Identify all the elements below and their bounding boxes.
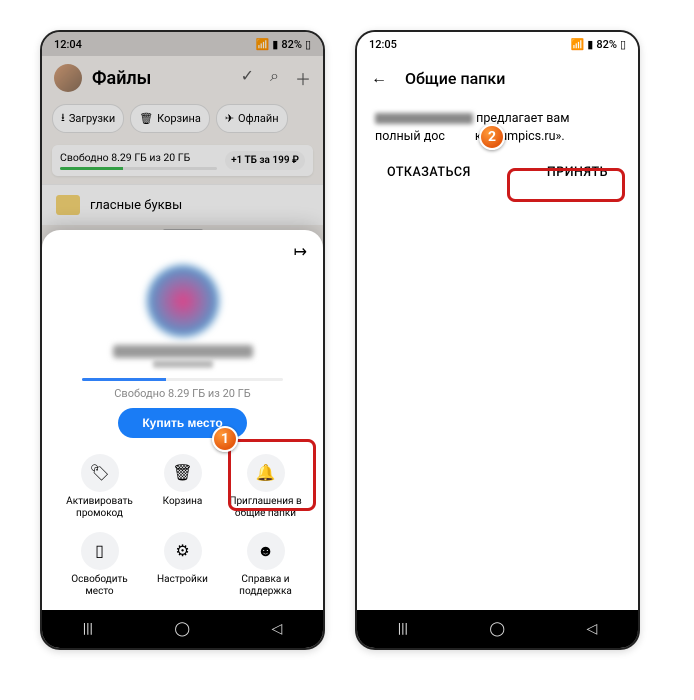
marker-1: 1 bbox=[212, 426, 238, 452]
chips-row: ⭳Загрузки 🗑Корзина ✈Офлайн bbox=[42, 100, 323, 137]
nav-bar: ||| ◯ ◁ bbox=[357, 610, 638, 648]
trash-icon: 🗑 bbox=[164, 454, 202, 492]
action-settings[interactable]: ⚙ Настройки bbox=[141, 528, 224, 602]
chip-trash[interactable]: 🗑Корзина bbox=[130, 104, 210, 133]
user-name-blurred bbox=[113, 345, 253, 358]
nav-back[interactable]: ◁ bbox=[271, 621, 282, 637]
chip-offline[interactable]: ✈Офлайн bbox=[216, 104, 288, 133]
wifi-icon: 📶 bbox=[571, 38, 585, 51]
trash-icon: 🗑 bbox=[139, 112, 153, 125]
app-header: Файлы ✓ ⌕ ＋ bbox=[42, 56, 323, 100]
phone-left: 12:04 📶 ▮ 82% ▯ Файлы ✓ ⌕ ＋ ⭳Загрузки 🗑К… bbox=[40, 30, 325, 650]
help-icon: ☻ bbox=[247, 532, 285, 570]
status-bar: 12:05 📶 ▮ 82% ▯ bbox=[357, 32, 638, 56]
check-icon[interactable]: ✓ bbox=[241, 66, 254, 90]
signal-icon: ▮ bbox=[587, 38, 593, 51]
storage-free: Свободно 8.29 ГБ из 20 ГБ bbox=[60, 151, 217, 164]
inviter-name-blurred bbox=[375, 113, 473, 124]
plane-icon: ✈ bbox=[225, 112, 234, 125]
nav-recent[interactable]: ||| bbox=[398, 621, 408, 637]
invite-actions: ОТКАЗАТЬСЯ ПРИНЯТЬ bbox=[357, 151, 638, 198]
phone-icon: ▯ bbox=[81, 532, 119, 570]
tag-icon: 🏷 bbox=[81, 454, 119, 492]
gear-icon: ⚙ bbox=[164, 532, 202, 570]
app-header: ← Общие папки bbox=[357, 56, 638, 100]
folder-item[interactable]: гласные буквы bbox=[42, 184, 323, 225]
chip-downloads[interactable]: ⭳Загрузки bbox=[52, 104, 124, 133]
back-icon[interactable]: ← bbox=[371, 68, 387, 88]
status-bar: 12:04 📶 ▮ 82% ▯ bbox=[42, 32, 323, 56]
avatar[interactable] bbox=[54, 64, 82, 92]
add-icon[interactable]: ＋ bbox=[295, 66, 311, 90]
folder-icon bbox=[56, 195, 80, 215]
battery-icon: ▯ bbox=[620, 38, 626, 51]
nav-bar: ||| ◯ ◁ bbox=[42, 610, 323, 648]
action-trash[interactable]: 🗑 Корзина bbox=[141, 450, 224, 524]
storage-banner[interactable]: Свободно 8.29 ГБ из 20 ГБ +1 ТБ за 199 ₽ bbox=[52, 145, 313, 176]
user-avatar bbox=[147, 265, 219, 337]
status-time: 12:05 bbox=[369, 38, 397, 51]
phone-right: 12:05 📶 ▮ 82% ▯ ← Общие папки предлагает… bbox=[355, 30, 640, 650]
user-email-blurred bbox=[153, 360, 213, 368]
decline-button[interactable]: ОТКАЗАТЬСЯ bbox=[373, 159, 485, 186]
folder-name: гласные буквы bbox=[90, 198, 182, 213]
download-icon: ⭳ bbox=[61, 109, 65, 128]
nav-recent[interactable]: ||| bbox=[83, 621, 93, 637]
battery-text: 82% bbox=[596, 38, 617, 51]
storage-offer[interactable]: +1 ТБ за 199 ₽ bbox=[225, 151, 305, 170]
status-icons: 📶 ▮ 82% ▯ bbox=[571, 38, 626, 51]
actions-grid: 🏷 Активировать промокод 🗑 Корзина 🔔 Приг… bbox=[52, 450, 313, 602]
sheet-storage-text: Свободно 8.29 ГБ из 20 ГБ bbox=[52, 387, 313, 400]
nav-home[interactable]: ◯ bbox=[489, 621, 505, 637]
status-time: 12:04 bbox=[54, 38, 82, 51]
search-icon[interactable]: ⌕ bbox=[270, 66, 279, 90]
action-help[interactable]: ☻ Справка и поддержка bbox=[224, 528, 307, 602]
status-icons: 📶 ▮ 82% ▯ bbox=[256, 38, 311, 51]
wifi-icon: 📶 bbox=[256, 38, 270, 51]
battery-icon: ▯ bbox=[305, 38, 311, 51]
battery-text: 82% bbox=[281, 38, 302, 51]
action-promo[interactable]: 🏷 Активировать промокод bbox=[58, 450, 141, 524]
accept-button[interactable]: ПРИНЯТЬ bbox=[533, 159, 622, 186]
signal-icon: ▮ bbox=[272, 38, 278, 51]
action-free-space[interactable]: ▯ Освободить место bbox=[58, 528, 141, 602]
action-invites[interactable]: 🔔 Приглашения в общие папки bbox=[224, 450, 307, 524]
bottom-sheet: ↦ Свободно 8.29 ГБ из 20 ГБ Купить место… bbox=[42, 230, 323, 610]
page-title: Общие папки bbox=[405, 69, 505, 88]
page-title: Файлы bbox=[92, 68, 231, 89]
exit-icon[interactable]: ↦ bbox=[294, 242, 307, 261]
marker-2: 2 bbox=[479, 124, 505, 150]
bell-icon: 🔔 bbox=[247, 454, 285, 492]
nav-back[interactable]: ◁ bbox=[586, 621, 597, 637]
nav-home[interactable]: ◯ bbox=[174, 621, 190, 637]
